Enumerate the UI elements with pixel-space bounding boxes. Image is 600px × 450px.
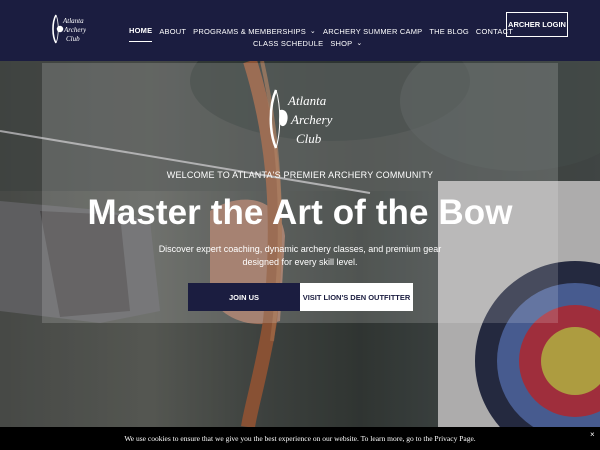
nav-about-label: ABOUT [159,26,187,36]
svg-text:Club: Club [66,35,80,43]
nav-shop[interactable]: SHOP ⌄ [330,39,362,48]
logo-line-1: Atlanta [287,93,327,108]
visit-outfitter-button[interactable]: VISIT LION'S DEN OUTFITTER [300,283,413,311]
hero-description: Discover expert coaching, dynamic archer… [158,244,442,267]
nav-summer-camp[interactable]: ARCHERY SUMMER CAMP [323,27,422,36]
main-nav-row-2: CLASS SCHEDULE SHOP ⌄ [253,39,362,48]
nav-home[interactable]: HOME [129,26,153,42]
nav-class-schedule[interactable]: CLASS SCHEDULE [253,39,323,48]
svg-text:Atlanta: Atlanta [62,17,84,25]
nav-shop-label: SHOP [330,39,353,48]
hero-headline: Master the Art of the Bow [87,193,513,232]
cookie-bar: We use cookies to ensure that we give yo… [0,427,600,450]
nav-blog-label: THE BLOG [429,26,469,36]
club-logo-icon[interactable]: Atlanta Archery Club [50,12,86,46]
nav-programs-label: PROGRAMS & MEMBERSHIPS [193,26,306,36]
nav-summer-camp-label: ARCHERY SUMMER CAMP [323,26,423,36]
join-us-button[interactable]: JOIN US [188,283,300,311]
close-icon[interactable]: × [590,430,595,439]
hero-eyebrow: WELCOME TO ATLANTA'S PREMIER ARCHERY COM… [166,170,434,180]
nav-programs-memberships[interactable]: PROGRAMS & MEMBERSHIPS ⌄ [193,27,316,36]
cookie-text[interactable]: We use cookies to ensure that we give yo… [124,434,475,443]
chevron-down-icon: ⌄ [356,40,363,47]
nav-blog[interactable]: THE BLOG [429,27,469,36]
nav-home-label: HOME [129,26,153,35]
chevron-down-icon: ⌄ [309,27,316,35]
archer-login-button[interactable]: ARCHER LOGIN [506,12,568,37]
site-header: Atlanta Archery Club HOME ABOUT PROGRAMS… [0,0,600,61]
svg-text:Archery: Archery [63,26,86,34]
nav-about[interactable]: ABOUT [159,27,186,36]
nav-class-schedule-label: CLASS SCHEDULE [253,39,324,48]
logo-line-3: Club [296,131,322,146]
logo-line-2: Archery [290,112,333,127]
club-logo-large-icon: Atlanta Archery Club [269,89,333,149]
